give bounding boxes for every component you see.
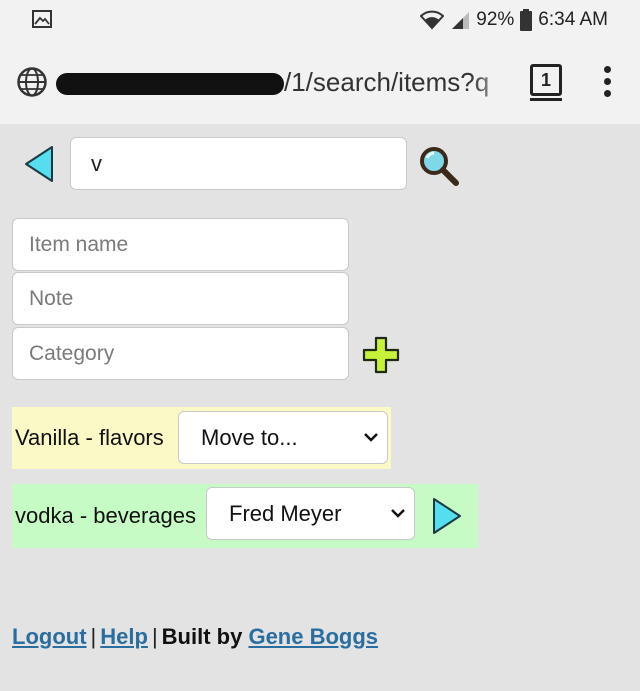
category-input[interactable] [12, 327, 349, 380]
battery-icon [520, 9, 533, 31]
tabs-icon[interactable]: 1 [530, 64, 562, 101]
signal-icon [452, 12, 470, 29]
globe-icon[interactable] [16, 66, 48, 98]
chevron-down-icon [391, 509, 405, 518]
note-input[interactable] [12, 272, 349, 325]
back-triangle-icon[interactable] [24, 145, 54, 183]
select-value: Move to... [201, 424, 298, 450]
url-path: /1/search/items?q [284, 67, 490, 97]
built-by-text: Built by [161, 624, 243, 649]
item-name-input[interactable] [12, 218, 349, 271]
status-indicators: 92% 6:34 AM [420, 7, 608, 33]
item-label: Vanilla - flavors [15, 425, 164, 450]
battery-percent: 92% [476, 9, 515, 30]
status-bar: 92% 6:34 AM [0, 0, 640, 40]
url-redaction [56, 73, 284, 96]
item-label: vodka - beverages [15, 503, 196, 528]
plus-icon[interactable] [362, 336, 400, 374]
move-to-select[interactable]: Move to... [178, 411, 388, 464]
separator: | [151, 624, 158, 649]
more-vert-icon[interactable] [598, 66, 616, 98]
tab-count: 1 [540, 70, 551, 90]
url-field[interactable]: /1/search/items?q [56, 64, 514, 100]
store-select[interactable]: Fred Meyer [206, 487, 415, 540]
select-value: Fred Meyer [229, 500, 342, 526]
list-item: Vanilla - flavors Move to... [12, 407, 391, 469]
search-input[interactable] [70, 137, 407, 190]
chevron-down-icon [364, 433, 378, 442]
author-link[interactable]: Gene Boggs [248, 624, 378, 649]
wifi-icon [420, 10, 445, 30]
help-link[interactable]: Help [100, 624, 148, 649]
magnifier-icon[interactable] [418, 146, 460, 186]
browser-toolbar: /1/search/items?q 1 [0, 40, 640, 124]
separator: | [90, 624, 97, 649]
gallery-icon [32, 10, 52, 28]
footer: Logout | Help | Built by Gene Boggs [12, 624, 378, 650]
list-item: vodka - beverages Fred Meyer [12, 484, 478, 548]
url-fade [470, 64, 518, 100]
forward-triangle-icon[interactable] [432, 497, 462, 535]
status-time: 6:34 AM [538, 9, 608, 30]
logout-link[interactable]: Logout [12, 624, 87, 649]
